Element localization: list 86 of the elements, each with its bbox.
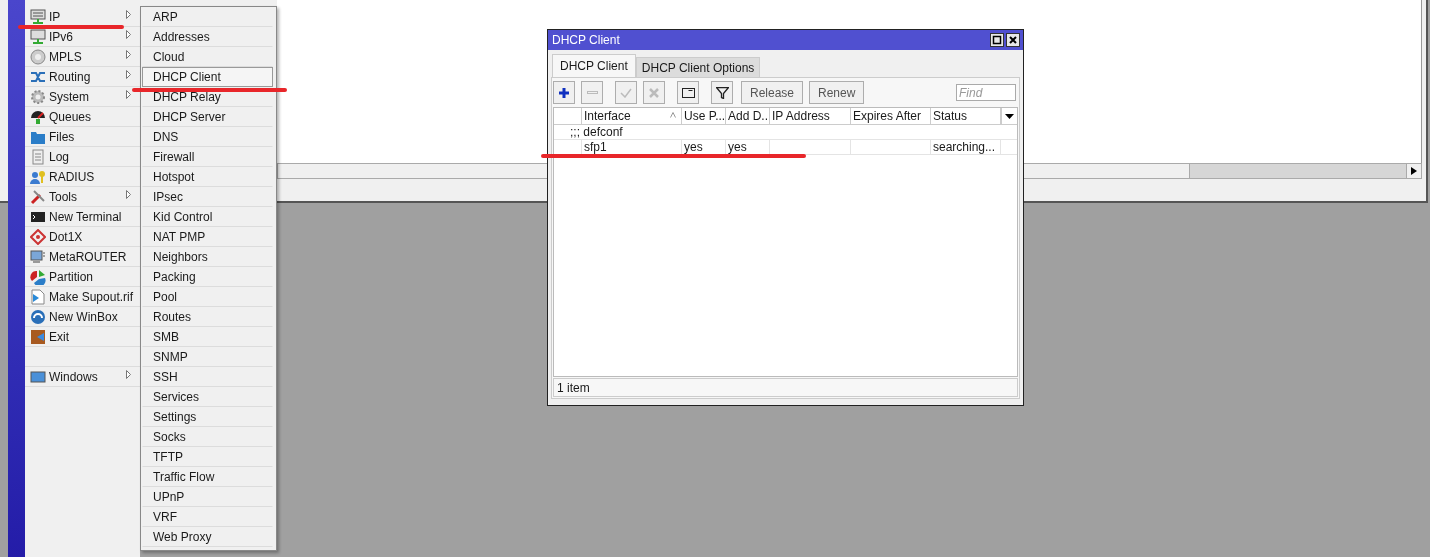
menu-item-icon (30, 248, 46, 265)
menu-item-icon (30, 28, 46, 45)
cross-icon (649, 87, 659, 98)
status-bar: 1 item (553, 378, 1018, 397)
column-header[interactable]: IP Address (770, 108, 851, 124)
submenu-item[interactable]: SNMP (142, 347, 273, 367)
submenu-item[interactable]: Kid Control (142, 207, 273, 227)
scrollbar-thumb[interactable] (1189, 164, 1406, 178)
menu-item[interactable]: RADIUS (25, 167, 140, 187)
menu-item[interactable]: Files (25, 127, 140, 147)
window-title: DHCP Client (552, 32, 621, 49)
menu-item-icon (30, 268, 46, 285)
column-header[interactable]: Add D... (726, 108, 770, 124)
plus-icon (558, 86, 570, 99)
menu-item-icon (30, 328, 46, 345)
menu-item[interactable]: Tools (25, 187, 140, 207)
menu-item-icon (30, 168, 46, 185)
menu-item-icon (30, 8, 46, 25)
submenu-item[interactable]: NAT PMP (142, 227, 273, 247)
tab[interactable]: DHCP Client (552, 54, 636, 77)
comment-text: ;;; defconf (569, 125, 623, 139)
submenu-item[interactable]: DHCP Client (142, 67, 273, 87)
submenu-item[interactable]: Addresses (142, 27, 273, 47)
search-field[interactable]: Find (956, 84, 1016, 101)
add-button[interactable] (553, 81, 575, 104)
submenu-item[interactable]: Packing (142, 267, 273, 287)
dropdown-icon (1005, 113, 1014, 119)
menu-item[interactable]: Exit (25, 327, 140, 347)
menu-item[interactable]: Make Supout.rif (25, 287, 140, 307)
submenu-item[interactable]: VRF (142, 507, 273, 527)
submenu-item[interactable]: DHCP Server (142, 107, 273, 127)
submenu-item[interactable]: Hotspot (142, 167, 273, 187)
submenu-item[interactable]: Pool (142, 287, 273, 307)
submenu-item[interactable]: Firewall (142, 147, 273, 167)
menu-item-icon (30, 148, 46, 165)
menu-item[interactable]: Windows (25, 367, 140, 387)
menu-item-icon (30, 88, 46, 105)
right-arrow-icon (1411, 167, 1417, 175)
sort-icon (670, 112, 676, 118)
menu-item-icon (30, 228, 46, 245)
submenu-item[interactable]: Traffic Flow (142, 467, 273, 487)
menu-item-icon (30, 188, 46, 205)
menu-item[interactable]: Queues (25, 107, 140, 127)
submenu-item[interactable]: DNS (142, 127, 273, 147)
filter-button[interactable] (711, 81, 733, 104)
submenu-item[interactable]: UPnP (142, 487, 273, 507)
checkmark-icon (620, 87, 632, 98)
tab[interactable]: DHCP Client Options (635, 57, 761, 77)
close-icon[interactable] (1006, 33, 1020, 47)
menu-item[interactable]: New WinBox (25, 307, 140, 327)
submenu-item[interactable]: Web Proxy (142, 527, 273, 547)
column-header[interactable]: Status (931, 108, 1001, 124)
menu-item[interactable]: MetaROUTER (25, 247, 140, 267)
menu-item-icon (30, 288, 46, 305)
submenu-item[interactable]: TFTP (142, 447, 273, 467)
submenu-item[interactable]: Routes (142, 307, 273, 327)
comment-button[interactable] (677, 81, 699, 104)
menu-item[interactable]: Partition (25, 267, 140, 287)
menu-item-icon (30, 368, 46, 385)
toolbar-button[interactable]: Renew (809, 81, 865, 104)
funnel-icon (715, 86, 729, 99)
menu-item-icon (30, 48, 46, 65)
toolbar-button[interactable]: Release (741, 81, 804, 104)
submenu-item[interactable]: Services (142, 387, 273, 407)
submenu-item[interactable]: Socks (142, 427, 273, 447)
submenu-item[interactable]: Neighbors (142, 247, 273, 267)
menu-item[interactable]: New Terminal (25, 207, 140, 227)
table-cell: searching... (931, 140, 1001, 154)
maximize-icon[interactable] (990, 33, 1004, 47)
menu-item[interactable]: Dot1X (25, 227, 140, 247)
menu-item[interactable]: MPLS (25, 47, 140, 67)
column-menu-button[interactable] (1001, 108, 1017, 124)
submenu-item[interactable]: ARP (142, 7, 273, 27)
menu-item[interactable]: Routing (25, 67, 140, 87)
submenu-item[interactable]: IPsec (142, 187, 273, 207)
menu-item-icon (30, 108, 46, 125)
column-header[interactable]: Expires After (851, 108, 931, 124)
menu-item[interactable]: Log (25, 147, 140, 167)
column-header[interactable]: Use P... (682, 108, 726, 124)
column-header[interactable]: Interface (582, 108, 682, 124)
menu-item-icon (30, 308, 46, 325)
submenu-item[interactable]: SMB (142, 327, 273, 347)
note-icon (681, 87, 695, 98)
minus-icon (586, 91, 598, 94)
submenu-item[interactable]: Settings (142, 407, 273, 427)
submenu-item[interactable]: SSH (142, 367, 273, 387)
